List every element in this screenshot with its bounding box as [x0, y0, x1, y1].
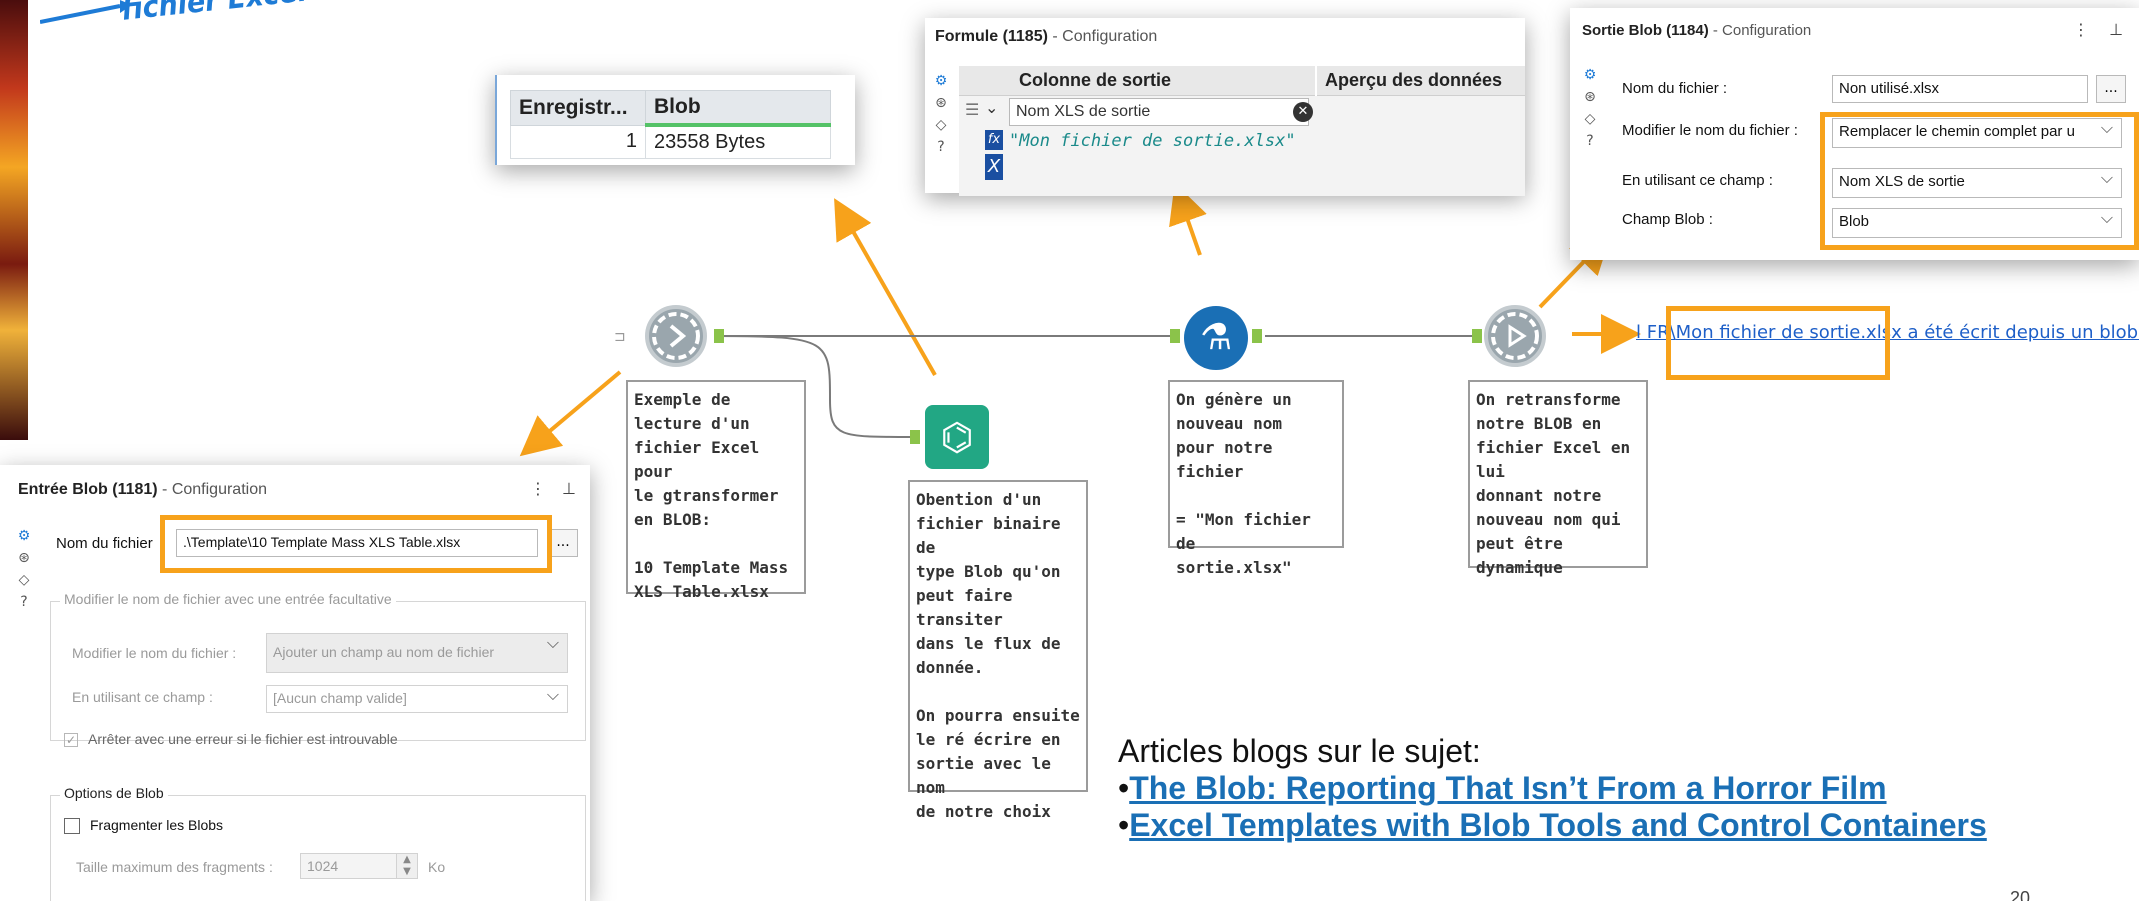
highlight-box: [1666, 306, 1890, 380]
more-options-icon[interactable]: ⋮: [530, 479, 546, 498]
using-field-select[interactable]: [Aucun champ valide]: [266, 685, 568, 713]
highlight-box: [160, 515, 552, 573]
blob-output-config-panel: Sortie Blob (1184) - Configuration ⋮ ⊥ ⚙…: [1570, 8, 2139, 260]
filename-label: Nom du fichier: [56, 535, 153, 552]
results-table: Enregistr... Blob 1 23558 Bytes: [510, 90, 831, 159]
input-anchor[interactable]: [910, 430, 920, 444]
maxsize-input[interactable]: 1024: [300, 853, 404, 879]
unit-label: Ko: [428, 859, 446, 875]
modify-filename-select[interactable]: Ajouter un champ au nom de fichier: [266, 633, 568, 673]
connections-icon[interactable]: ⊛: [927, 92, 955, 114]
slide-number: 20: [2010, 888, 2031, 901]
stop-error-label: Arrêter avec une erreur si le fichier es…: [88, 731, 398, 747]
group-label: Modifier le nom de fichier avec une entr…: [60, 591, 396, 607]
panel-title: Formule (1185) - Configuration: [935, 28, 1158, 45]
help-icon[interactable]: ?: [1576, 130, 1604, 152]
connections-icon[interactable]: ⊛: [10, 547, 38, 569]
variable-icon[interactable]: X: [985, 154, 1003, 180]
output-anchor[interactable]: [1252, 329, 1262, 343]
using-field-label: En utilisant ce champ :: [1622, 172, 1773, 189]
table-row[interactable]: 1 23558 Bytes: [510, 124, 831, 159]
group-label: Options de Blob: [60, 785, 168, 801]
connections-icon[interactable]: ⊛: [1576, 86, 1604, 108]
side-toolbar: ⚙ ⊛ ◇ ?: [927, 70, 955, 158]
side-toolbar: ⚙ ⊛ ◇ ?: [1576, 64, 1604, 152]
cell-blob: 23558 Bytes: [645, 124, 831, 159]
articles-heading: Articles blogs sur le sujet:: [1118, 733, 1481, 769]
chevron-down-icon[interactable]: ⌄: [985, 98, 998, 117]
column-header-record[interactable]: Enregistr...: [510, 90, 646, 126]
article-link-excel-templates[interactable]: Excel Templates with Blob Tools and Cont…: [1129, 807, 1987, 844]
settings-icon[interactable]: ⚙: [927, 70, 955, 92]
formula-expression[interactable]: "Mon fichier de sortie.xlsx": [1009, 131, 1296, 151]
input-anchor-icon: ⊐: [614, 329, 626, 345]
article-link-blob[interactable]: The Blob: Reporting That Isn’t From a Ho…: [1129, 770, 1886, 807]
settings-icon[interactable]: ⚙: [1576, 64, 1604, 86]
comment-input[interactable]: Exemple de lecture d'un fichier Excel po…: [626, 380, 806, 601]
comment-formula[interactable]: On génère un nouveau nom pour notre fich…: [1168, 380, 1344, 577]
formula-tool[interactable]: ⚗: [1184, 306, 1248, 370]
blob-input-tool[interactable]: [645, 305, 707, 367]
column-header-blob[interactable]: Blob: [645, 90, 831, 127]
blob-options-group: [50, 795, 586, 901]
cell-record: 1: [510, 124, 646, 159]
column-preview-header: Aperçu des données: [1325, 70, 1503, 90]
blob-input-config-panel: Entrée Blob (1181) - Configuration ⋮ ⊥ ⚙…: [0, 465, 590, 901]
browse-button[interactable]: ...: [2096, 75, 2126, 103]
flask-icon: ⚗: [1199, 317, 1233, 358]
fragment-label: Fragmenter les Blobs: [90, 817, 224, 833]
fragment-checkbox[interactable]: [64, 818, 80, 834]
row-handle-icon[interactable]: ☰: [965, 100, 979, 119]
more-options-icon[interactable]: ⋮: [2073, 20, 2089, 39]
output-anchor[interactable]: [714, 329, 724, 343]
filename-input[interactable]: Non utilisé.xlsx: [1832, 75, 2088, 103]
tag-icon[interactable]: ◇: [1576, 108, 1604, 130]
arrow-to-table: [834, 198, 937, 376]
input-anchor[interactable]: [1170, 329, 1180, 343]
results-table-panel: Enregistr... Blob 1 23558 Bytes: [495, 75, 855, 165]
filename-label: Nom du fichier :: [1622, 80, 1728, 97]
comment-browse[interactable]: Obention d'un fichier binaire de type Bl…: [908, 480, 1088, 821]
side-toolbar: ⚙ ⊛ ◇ ?: [10, 525, 38, 613]
arrow-to-blob-input: [519, 370, 622, 457]
using-field-label: En utilisant ce champ :: [72, 689, 213, 705]
formula-config-panel: Formule (1185) - Configuration ⚙ ⊛ ◇ ? C…: [925, 18, 1525, 196]
list-item: • The Blob: Reporting That Isn’t From a …: [1118, 770, 1887, 807]
pin-icon[interactable]: ⊥: [2109, 20, 2123, 39]
function-icon[interactable]: fx: [985, 130, 1003, 150]
maxsize-label: Taille maximum des fragments :: [76, 859, 273, 875]
browse-button[interactable]: ...: [548, 529, 578, 557]
blob-output-icon: [1491, 312, 1539, 360]
slide: fichier Excel de s Enregistr... Blob: [0, 0, 2139, 901]
binoculars-icon: ⌬: [940, 415, 974, 459]
help-icon[interactable]: ?: [927, 136, 955, 158]
blob-field-label: Champ Blob :: [1622, 211, 1713, 228]
blob-output-tool[interactable]: [1484, 305, 1546, 367]
stepper-icon[interactable]: ▲ ▼: [396, 853, 418, 879]
tag-icon[interactable]: ◇: [927, 114, 955, 136]
articles-section: Articles blogs sur le sujet: • The Blob:…: [1118, 733, 1987, 844]
browse-tool[interactable]: ⌬: [925, 405, 989, 469]
clear-icon[interactable]: ✕: [1293, 102, 1313, 122]
output-field-select[interactable]: Nom XLS de sortie: [1009, 98, 1309, 126]
column-output-header: Colonne de sortie: [1019, 70, 1172, 90]
input-anchor[interactable]: [1472, 329, 1482, 343]
tag-icon[interactable]: ◇: [10, 569, 38, 591]
modify-filename-label: Modifier le nom du fichier :: [72, 645, 237, 661]
pin-icon[interactable]: ⊥: [562, 479, 576, 498]
arrow-to-formula: [1169, 182, 1207, 256]
settings-icon[interactable]: ⚙: [10, 525, 38, 547]
modify-filename-label: Modifier le nom du fichier :: [1622, 122, 1798, 139]
stop-error-checkbox[interactable]: ✓: [64, 733, 78, 747]
blob-input-icon: [652, 312, 700, 360]
panel-title: Entrée Blob (1181) - Configuration: [18, 481, 267, 498]
list-item: • Excel Templates with Blob Tools and Co…: [1118, 807, 1987, 844]
comment-output[interactable]: On retransforme notre BLOB en fichier Ex…: [1468, 380, 1648, 577]
help-icon[interactable]: ?: [10, 591, 38, 613]
panel-title: Sortie Blob (1184) - Configuration: [1582, 22, 1812, 39]
highlight-box: [1820, 112, 2139, 250]
